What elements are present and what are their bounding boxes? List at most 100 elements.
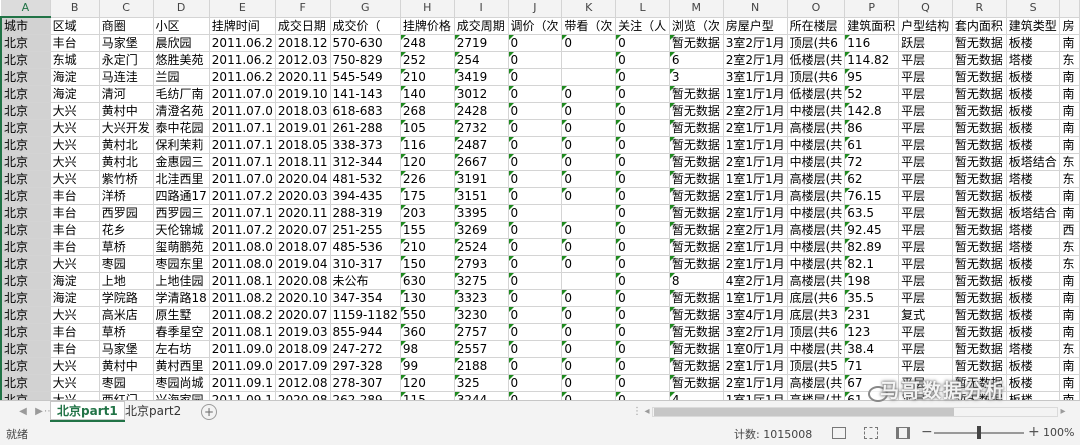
table-cell[interactable]: 2428 [454,102,509,120]
table-cell[interactable]: 855-944 [330,323,401,341]
table-cell[interactable]: 82.1 [844,255,900,273]
table-cell[interactable]: 2019.03 [275,323,331,341]
table-cell[interactable]: 2732 [454,119,509,137]
table-cell[interactable]: 115 [400,391,455,400]
table-cell[interactable]: 0 [615,255,670,273]
table-cell[interactable]: 暂无数据 [669,255,724,273]
table-cell[interactable]: 塔楼 [1006,51,1061,69]
page-layout-icon[interactable] [864,427,878,439]
table-cell[interactable]: 板楼 [1006,323,1061,341]
table-cell[interactable]: 北京 [0,51,51,69]
table-cell[interactable]: 平层 [898,323,953,341]
column-header-l[interactable]: L [615,0,670,18]
table-cell[interactable]: 3395 [454,204,509,222]
table-cell[interactable]: 1室0厅1月 [723,340,788,358]
table-cell[interactable]: 北京 [0,119,51,137]
table-cell[interactable]: 2018.11 [275,153,331,171]
table-cell[interactable]: 0 [561,255,617,273]
column-header-a[interactable]: A [1,0,51,18]
table-cell[interactable]: 高楼层(共 [787,187,846,205]
table-cell[interactable]: 暂无数据 [669,170,724,188]
table-cell[interactable]: 南 [1059,187,1080,205]
table-cell[interactable]: 暂无数据 [669,136,724,154]
table-cell[interactable]: 北京 [0,357,51,375]
table-cell[interactable]: 暂无数据 [669,85,724,103]
header-cell[interactable]: 挂牌价格 [400,17,455,35]
table-cell[interactable]: 3151 [454,187,509,205]
normal-view-icon[interactable] [832,427,846,439]
table-cell[interactable]: 北京 [0,68,51,86]
table-cell[interactable]: 暂无数据 [669,323,724,341]
table-cell[interactable]: 0 [561,374,617,392]
table-cell[interactable]: 平层 [898,289,953,307]
table-cell[interactable]: 38.4 [844,340,900,358]
table-cell[interactable]: 120 [400,374,455,392]
table-cell[interactable]: 2011.07.1 [209,204,276,222]
table-cell[interactable]: 0 [615,357,670,375]
table-cell[interactable]: 310-317 [330,255,401,273]
column-header-c[interactable]: C [99,0,154,18]
table-cell[interactable]: 0 [561,102,617,120]
table-cell[interactable]: 1159-1182 [330,306,401,324]
table-cell[interactable]: 2020.08 [275,272,331,290]
table-cell[interactable]: 大兴 [50,357,100,375]
table-cell[interactable]: 上地佳园 [153,272,210,290]
table-cell[interactable]: 63.5 [844,204,900,222]
column-header-h[interactable]: H [400,0,455,18]
column-header-f[interactable]: F [275,0,331,18]
table-cell[interactable]: 248 [400,34,455,52]
table-cell[interactable]: 板楼 [1006,85,1061,103]
table-cell[interactable]: 暂无数据 [669,34,724,52]
table-cell[interactable]: 99 [400,357,455,375]
table-cell[interactable]: 平层 [898,170,953,188]
table-cell[interactable]: 0 [561,187,617,205]
table-cell[interactable]: 板塔结合 [1006,153,1061,171]
table-cell[interactable]: 南 [1059,34,1080,52]
table-cell[interactable]: 高楼层(共 [787,391,846,400]
table-cell[interactable]: 暂无数据 [952,357,1007,375]
prev-sheet-icon[interactable]: ◀ [16,405,30,419]
table-cell[interactable]: 0 [508,51,563,69]
table-cell[interactable]: 252 [400,51,455,69]
table-cell[interactable]: 116 [400,136,455,154]
table-cell[interactable]: 0 [508,102,563,120]
column-header-d[interactable]: D [153,0,210,18]
table-cell[interactable]: 丰台 [50,221,100,239]
header-cell[interactable]: 户型结构 [898,17,953,35]
table-cell[interactable]: 北京 [0,34,51,52]
table-cell[interactable]: 板楼 [1006,119,1061,137]
table-cell[interactable]: 中楼层(共 [787,136,846,154]
table-cell[interactable]: 北京 [0,340,51,358]
table-cell[interactable]: 板楼 [1006,136,1061,154]
table-cell[interactable]: 板楼 [1006,187,1061,205]
table-cell[interactable]: 北京 [0,136,51,154]
table-cell[interactable]: 毛纺厂南 [153,85,210,103]
table-cell[interactable]: 3323 [454,289,509,307]
table-cell[interactable]: 481-532 [330,170,401,188]
table-cell[interactable]: 丰台 [50,340,100,358]
table-cell[interactable]: 268 [400,102,455,120]
table-cell[interactable]: 春季星空 [153,323,210,341]
table-cell[interactable]: 2011.08.2 [209,306,276,324]
table-cell[interactable]: 2020.04 [275,170,331,188]
table-cell[interactable]: 3269 [454,221,509,239]
table-cell[interactable]: 2011.09.1 [209,374,276,392]
table-cell[interactable]: 618-683 [330,102,401,120]
table-cell[interactable]: 暂无数据 [669,119,724,137]
table-cell[interactable]: 晨欣园 [153,34,210,52]
table-cell[interactable]: 暂无数据 [669,289,724,307]
table-cell[interactable]: 北京 [0,187,51,205]
table-cell[interactable]: 中楼层(共 [787,255,846,273]
table-cell[interactable]: 底层(共6 [787,289,846,307]
table-cell[interactable]: 枣园 [99,374,154,392]
table-cell[interactable]: 暂无数据 [952,272,1007,290]
table-cell[interactable]: 暂无数据 [952,68,1007,86]
table-cell[interactable]: 288-319 [330,204,401,222]
table-cell[interactable]: 3室2厅1月 [723,34,788,52]
table-cell[interactable]: 2487 [454,136,509,154]
table-cell[interactable]: 丰台 [50,238,100,256]
table-cell[interactable]: 0 [615,221,670,239]
column-header-p[interactable]: P [844,0,900,18]
column-header-k[interactable]: K [561,0,617,18]
table-cell[interactable]: 平层 [898,221,953,239]
